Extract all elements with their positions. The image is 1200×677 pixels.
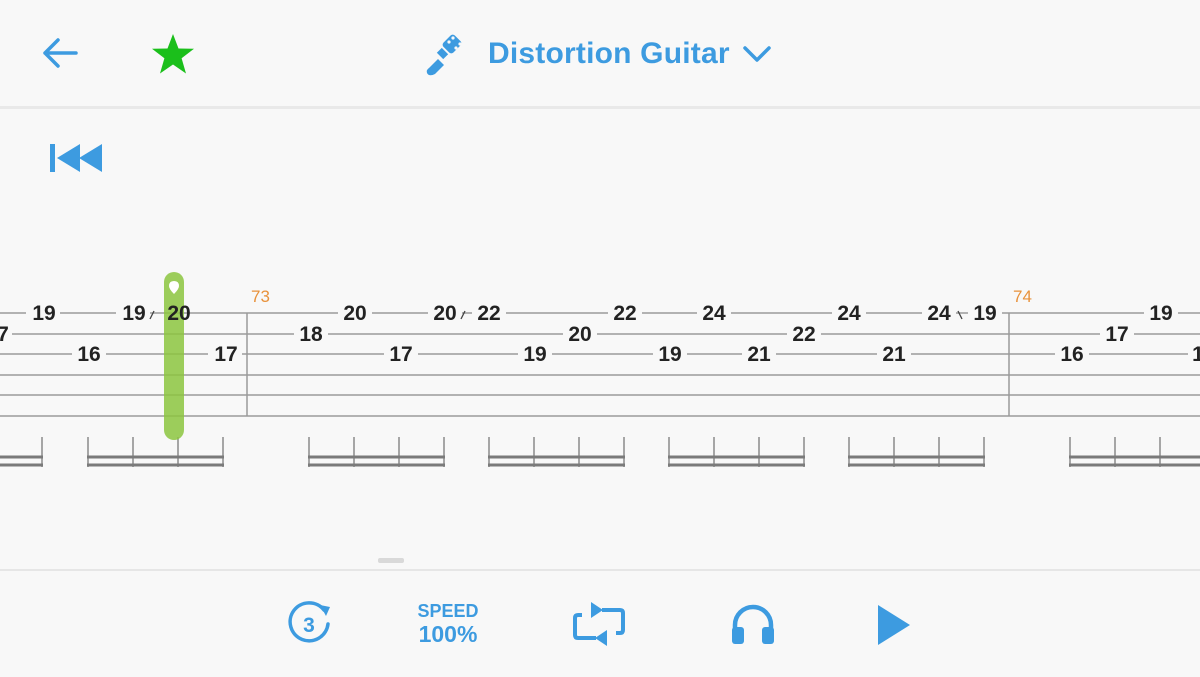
play-icon[interactable] [876,604,912,646]
bottom-bar: 3 SPEED 100% [0,569,1200,677]
countdown-icon[interactable]: 3 [286,601,334,647]
fret-note: 22 [477,302,500,325]
fret-note: 19 [658,343,681,366]
fret-note: 16 [1060,343,1083,366]
fret-note: 20 [343,302,366,325]
fret-note: 20 [568,323,591,346]
chevron-down-icon [742,46,771,62]
fret-note: 22 [613,302,636,325]
fret-note: 19 [32,302,55,325]
rhythm-beams [0,437,1200,467]
fret-note: 19 [122,302,145,325]
instrument-title: Distortion Guitar [488,37,730,70]
speed-control[interactable]: SPEED 100% [406,601,490,647]
arrow-left-icon[interactable] [40,36,80,70]
drag-handle[interactable] [378,558,404,563]
measure-number: 74 [1013,287,1032,306]
fret-note-current: 20 [167,302,190,325]
instrument-selector[interactable]: Distortion Guitar [426,28,772,80]
measure-number: 73 [251,287,270,306]
fret-note: 21 [882,343,906,366]
star-icon[interactable] [151,33,195,75]
fret-note: 7 [0,323,9,346]
fret-note: 18 [299,323,323,346]
repeat-icon[interactable] [572,602,626,646]
fret-note: 17 [214,343,237,366]
fret-note: 24 [837,302,861,325]
fret-note: 19 [973,302,996,325]
fret-note-partial: 1 [1192,343,1200,366]
electric-guitar-icon [426,34,462,76]
fret-note: 16 [77,343,100,366]
fret-note: 24 [702,302,726,325]
fret-note: 22 [792,323,815,346]
playback-cursor[interactable] [164,272,184,440]
speed-label: SPEED [417,601,479,621]
fret-note: 19 [523,343,546,366]
headphones-icon[interactable] [730,603,776,645]
fret-note: 20 [433,302,456,325]
tablature-area[interactable]: 73 74 7 19 16 19 17 18 20 17 20 22 19 20… [0,109,1200,569]
top-bar: Distortion Guitar [0,0,1200,109]
speed-value: 100% [418,621,478,647]
tab-staff: 73 74 7 19 16 19 17 18 20 17 20 22 19 20… [0,272,1200,467]
fret-note: 21 [747,343,771,366]
fret-note: 17 [389,343,412,366]
fret-note: 17 [1105,323,1128,346]
countdown-value: 3 [303,614,315,637]
fret-note: 24 [927,302,951,325]
fret-note: 19 [1149,302,1172,325]
